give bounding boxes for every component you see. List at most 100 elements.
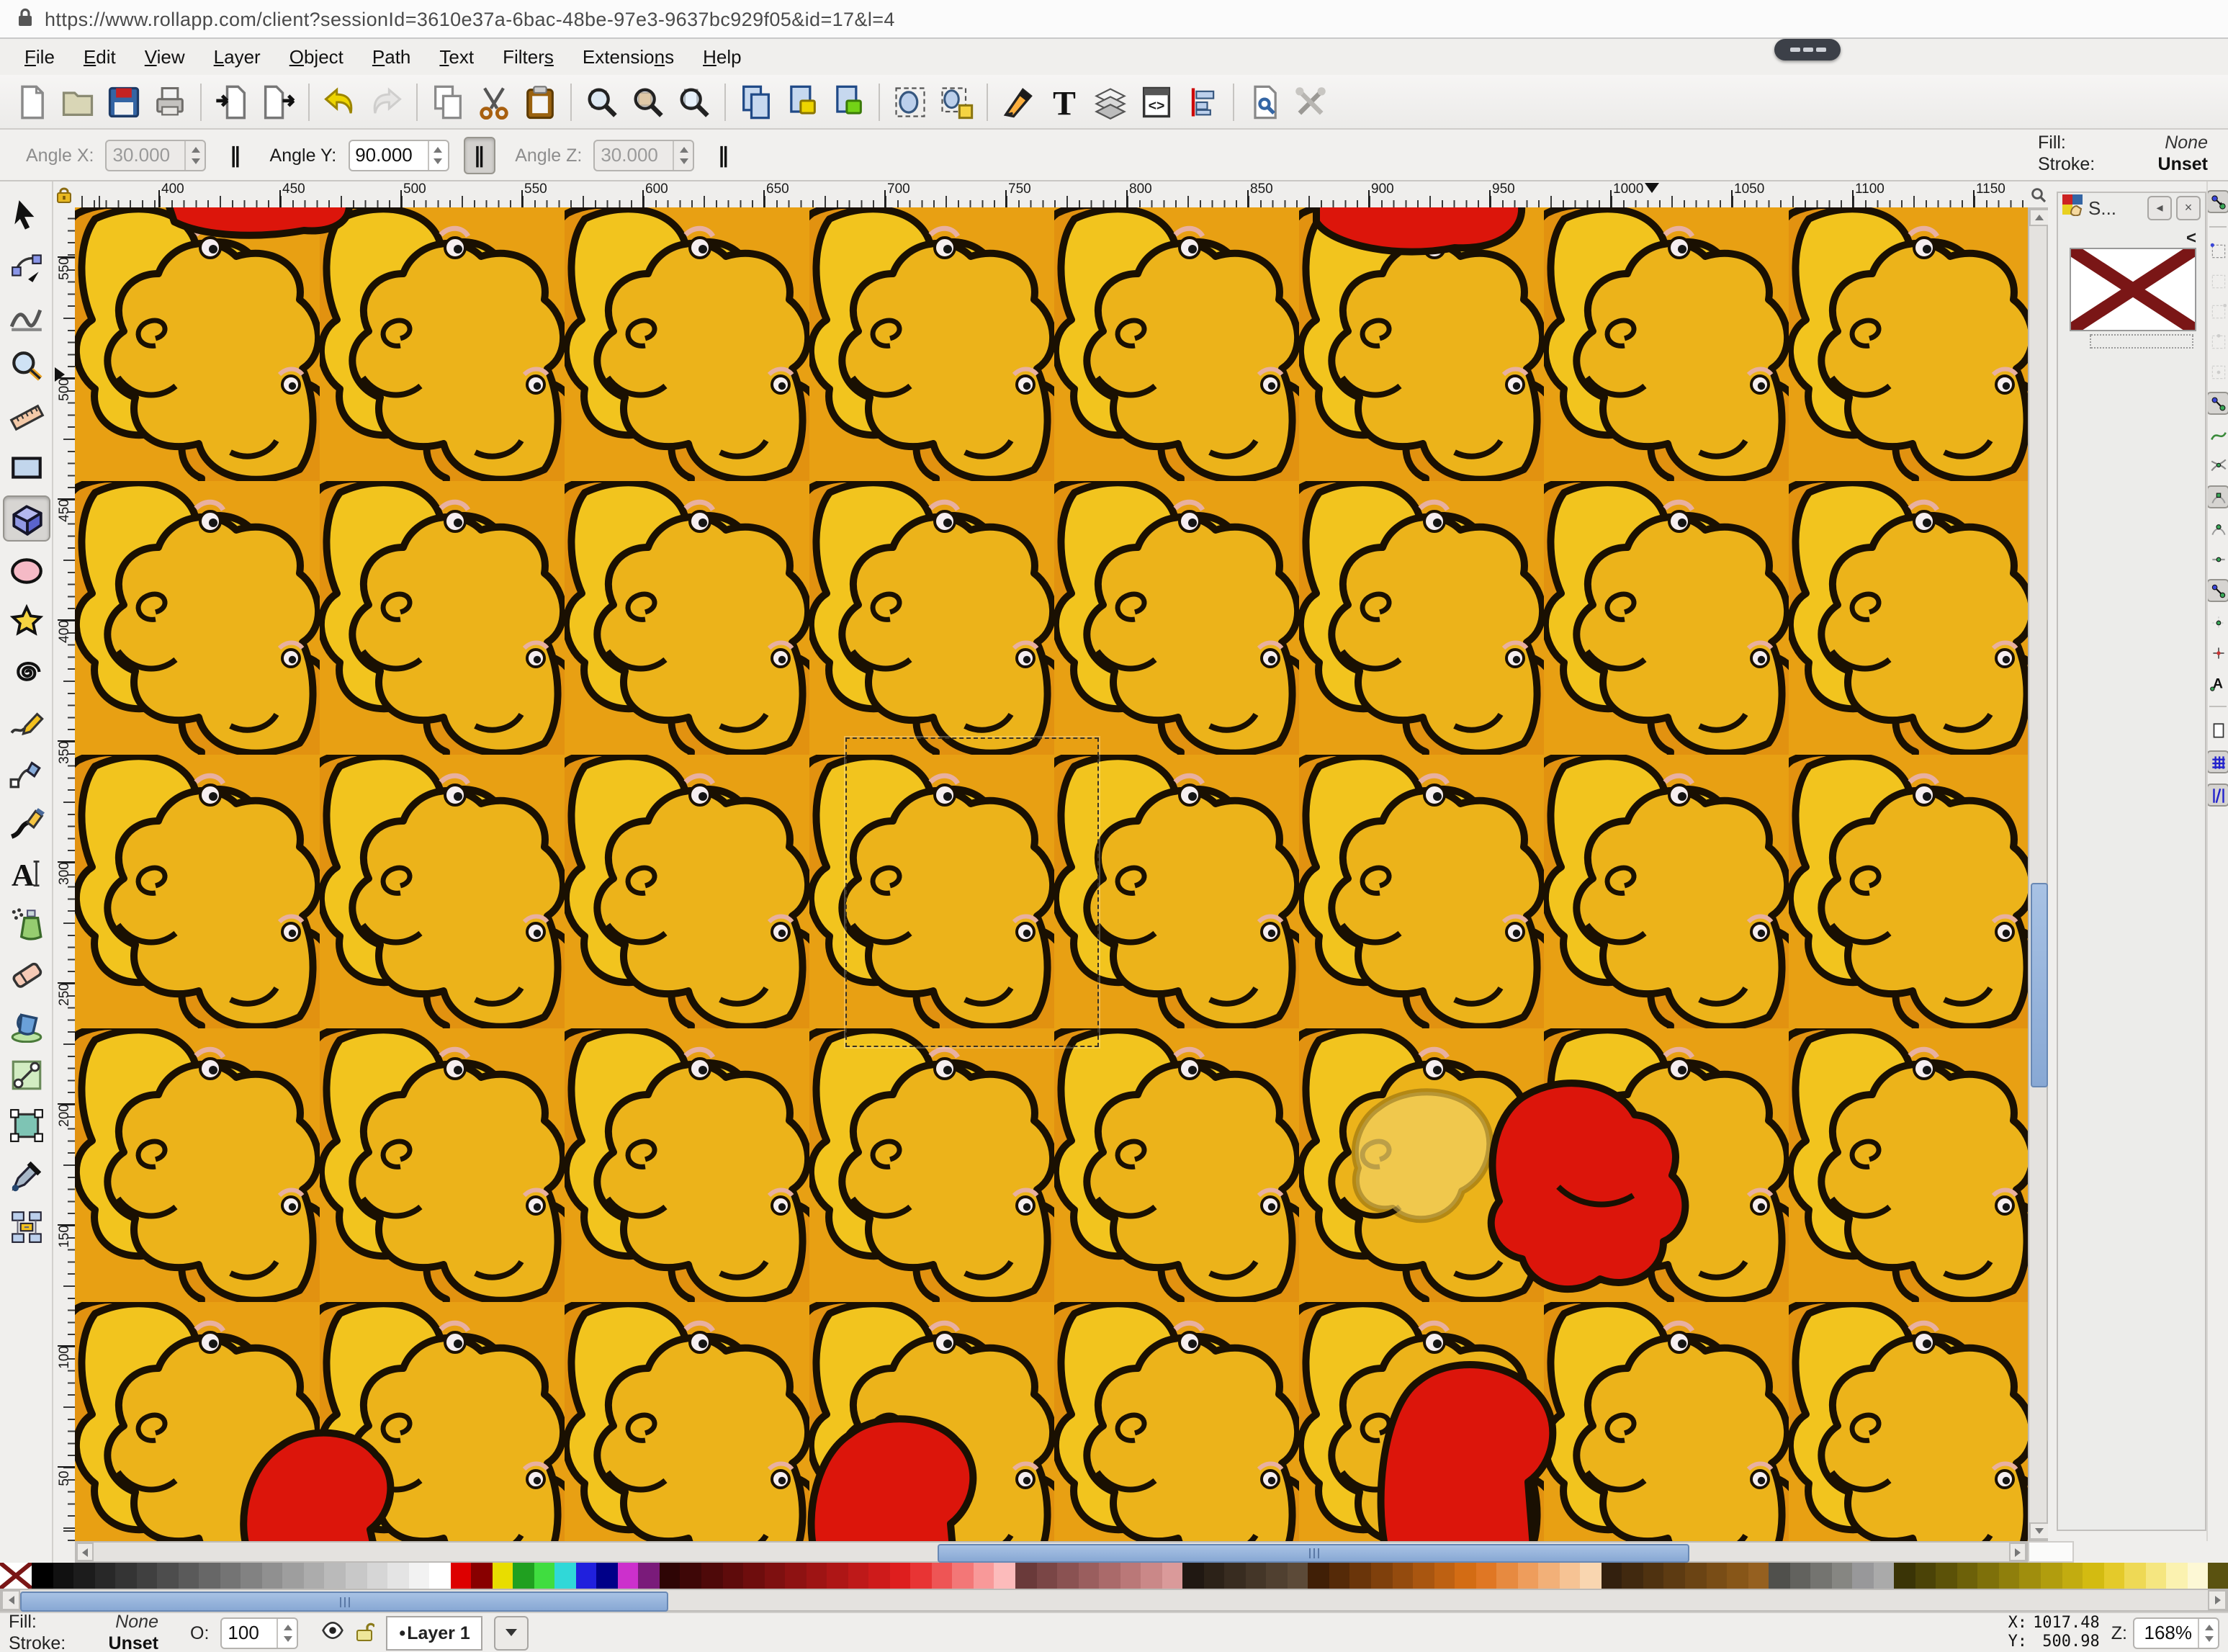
tool-zoom[interactable] — [4, 344, 48, 387]
palette-swatch[interactable] — [53, 1563, 73, 1589]
palette-swatch[interactable] — [869, 1563, 890, 1589]
snap-guides-button[interactable] — [2206, 784, 2228, 807]
none-swatch[interactable] — [0, 1563, 32, 1589]
canvas-hscrollbar[interactable] — [75, 1541, 2028, 1563]
palette-swatch[interactable] — [513, 1563, 534, 1589]
snap-page-border-button[interactable] — [2208, 720, 2228, 740]
palette-swatch[interactable] — [199, 1563, 220, 1589]
text-dialog-button[interactable]: T — [1041, 78, 1087, 125]
palette-swatch[interactable] — [1099, 1563, 1120, 1589]
palette-swatch[interactable] — [1015, 1563, 1036, 1589]
palette-swatch[interactable] — [994, 1563, 1015, 1589]
palette-swatch[interactable] — [1371, 1563, 1392, 1589]
save-button[interactable] — [101, 78, 147, 125]
palette-scroll-right-icon[interactable] — [2208, 1590, 2227, 1610]
palette-swatch[interactable] — [1267, 1563, 1288, 1589]
snap-line-midpoints-button[interactable] — [2208, 549, 2228, 569]
zoom-input[interactable]: 168% — [2133, 1617, 2219, 1648]
tool-node-editor[interactable] — [4, 243, 48, 287]
browser-url-bar[interactable]: https://www.rollapp.com/client?sessionId… — [0, 0, 2228, 39]
layer-lock-icon[interactable] — [356, 1620, 374, 1646]
ruler-lock-icon[interactable] — [53, 181, 75, 207]
palette-swatch[interactable] — [2187, 1563, 2208, 1589]
palette-swatch[interactable] — [262, 1563, 283, 1589]
palette-swatch[interactable] — [764, 1563, 785, 1589]
palette-swatch[interactable] — [73, 1563, 94, 1589]
snap-rotation-centers-button[interactable] — [2208, 642, 2228, 663]
palette-swatch[interactable] — [785, 1563, 806, 1589]
palette-swatch[interactable] — [2103, 1563, 2124, 1589]
palette-swatch[interactable] — [1496, 1563, 1517, 1589]
palette-swatch[interactable] — [157, 1563, 178, 1589]
panel-collapse-icon[interactable]: ◂ — [2147, 195, 2172, 220]
palette-swatch[interactable] — [2124, 1563, 2145, 1589]
menu-text[interactable]: Text — [426, 43, 487, 71]
palette-swatch[interactable] — [220, 1563, 241, 1589]
layer-selector[interactable]: • Layer 1 — [386, 1615, 482, 1650]
vscroll-thumb[interactable] — [2031, 883, 2048, 1087]
snap-text-baseline-button[interactable]: A — [2208, 673, 2228, 693]
palette-swatch[interactable] — [1475, 1563, 1496, 1589]
palette-swatch[interactable] — [325, 1563, 346, 1589]
palette-swatch[interactable] — [806, 1563, 827, 1589]
menu-file[interactable]: File — [12, 43, 68, 71]
open-button[interactable] — [55, 78, 101, 125]
canvas[interactable] — [75, 207, 2028, 1541]
palette-swatch[interactable] — [367, 1563, 387, 1589]
palette-swatch[interactable] — [1748, 1563, 1769, 1589]
palette-swatch[interactable] — [1664, 1563, 1685, 1589]
panel-close-icon[interactable]: × — [2176, 195, 2201, 220]
snap-cusp-nodes-button[interactable] — [2206, 485, 2228, 508]
palette-swatch[interactable] — [534, 1563, 555, 1589]
palette-swatch[interactable] — [1539, 1563, 1560, 1589]
palette-swatch[interactable] — [848, 1563, 868, 1589]
palette-swatch[interactable] — [136, 1563, 157, 1589]
tool-text[interactable]: A — [4, 851, 48, 894]
palette-swatch[interactable] — [387, 1563, 408, 1589]
palette-swatch[interactable] — [1434, 1563, 1455, 1589]
palette-swatch[interactable] — [555, 1563, 576, 1589]
swatch-scroll-left-icon[interactable]: < — [2186, 228, 2196, 248]
url-text[interactable]: https://www.rollapp.com/client?sessionId… — [45, 8, 895, 30]
duplicate-button[interactable] — [733, 78, 779, 125]
palette-scroll-left-icon[interactable] — [1, 1590, 20, 1610]
tool-calligraphy[interactable] — [4, 801, 48, 844]
palette-swatch[interactable] — [722, 1563, 743, 1589]
tool-ellipse[interactable] — [4, 549, 48, 592]
palette-swatch[interactable] — [1204, 1563, 1225, 1589]
palette-swatch[interactable] — [597, 1563, 618, 1589]
angle-z-input[interactable]: 30.000 — [593, 139, 694, 171]
tool-connector[interactable] — [4, 1204, 48, 1247]
menu-extensions[interactable]: Extensions — [570, 43, 687, 71]
vertical-ruler[interactable]: 55050045040035030025020015010050 — [53, 207, 76, 1541]
tool-eraser[interactable] — [4, 952, 48, 995]
palette-swatch[interactable] — [115, 1563, 136, 1589]
swatches-titlebar[interactable]: S... ◂ × — [2058, 193, 2205, 222]
palette-scrollbar[interactable] — [0, 1589, 2228, 1612]
palette-swatch[interactable] — [2145, 1563, 2166, 1589]
vp-x-toggle[interactable]: ∥ — [221, 138, 250, 172]
palette-swatch[interactable] — [1455, 1563, 1475, 1589]
palette-swatch[interactable] — [1895, 1563, 1915, 1589]
palette-swatch[interactable] — [1769, 1563, 1789, 1589]
palette-swatch[interactable] — [1978, 1563, 1999, 1589]
palette-swatch[interactable] — [1874, 1563, 1895, 1589]
status-style-indicator[interactable]: Fill: None Stroke: Unset — [9, 1612, 158, 1652]
palette-swatch[interactable] — [932, 1563, 953, 1589]
palette-swatch[interactable] — [1246, 1563, 1267, 1589]
zoom-selection-button[interactable] — [579, 78, 625, 125]
snap-bbox-edges-button[interactable] — [2208, 271, 2228, 291]
preferences-button[interactable] — [1288, 78, 1334, 125]
palette-swatch[interactable] — [1999, 1563, 2020, 1589]
palette-swatch[interactable] — [1392, 1563, 1413, 1589]
palette-swatch[interactable] — [283, 1563, 304, 1589]
snap-bbox-corners-button[interactable] — [2208, 301, 2228, 321]
palette-swatch[interactable] — [1810, 1563, 1831, 1589]
palette-swatch[interactable] — [1643, 1563, 1664, 1589]
palette-swatch[interactable] — [890, 1563, 911, 1589]
vp-y-toggle[interactable]: ∥ — [463, 136, 495, 174]
scroll-left-icon[interactable] — [76, 1543, 94, 1561]
palette-swatch[interactable] — [1727, 1563, 1748, 1589]
palette-swatch[interactable] — [1120, 1563, 1141, 1589]
palette-swatch[interactable] — [1288, 1563, 1308, 1589]
